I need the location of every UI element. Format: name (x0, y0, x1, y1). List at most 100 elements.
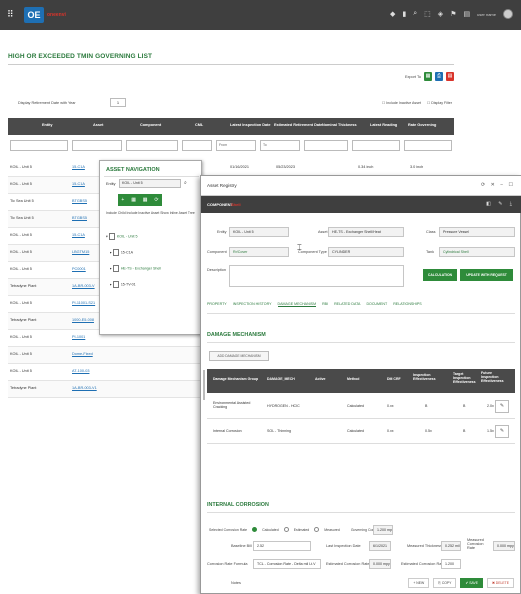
table-cell-link[interactable]: Dome-Fixed (72, 352, 93, 356)
dm-row[interactable]: Internal Corrosion SOL - Thinning Calcul… (207, 420, 515, 444)
splitter-handle[interactable] (203, 370, 205, 400)
tree-node[interactable]: ▸ 15-TV-01 (106, 281, 198, 297)
excel-export-icon[interactable]: ▦ (423, 72, 432, 81)
col-component[interactable]: Component (140, 123, 161, 127)
rate-formula-select[interactable]: TCL - Corrosion Rate - Delta mil Lt.V (253, 559, 321, 569)
edit-icon[interactable]: ✎ (495, 400, 509, 413)
col-inspection-effectiveness[interactable]: Inspection Effectiveness (413, 373, 449, 381)
include-inactive-checkbox[interactable]: Include Inactive Asset (382, 101, 421, 105)
tab-related-data[interactable]: RELATED DATA (334, 302, 360, 307)
component-type-select[interactable]: CYLINDER (328, 247, 404, 257)
window-icon[interactable]: ⬚ (424, 10, 431, 18)
col-rate-governing[interactable]: Rate Governing (408, 123, 436, 127)
collapse-icon[interactable]: ▦ (131, 197, 136, 203)
record-bar-icons[interactable]: ◧ ✎ ⤓ (486, 201, 515, 207)
dm-row[interactable]: Environmental Assisted Cracking HYDROGEN… (207, 395, 515, 419)
filter-entity[interactable] (10, 140, 68, 151)
display-retirement-input[interactable]: 1 (110, 98, 126, 107)
col-est-retirement[interactable]: Estimated Retirement Date (274, 123, 322, 127)
search-icon[interactable]: ⌕ (413, 10, 417, 18)
tab-inspection-history[interactable]: INSPECTION HISTORY (233, 302, 272, 307)
tab-document[interactable]: DOCUMENT (366, 302, 387, 307)
tree-options[interactable]: Include Child Include Inactive Asset Sho… (106, 211, 201, 216)
col-cml[interactable]: CML (195, 123, 203, 127)
table-cell-link[interactable]: AT-100-03 (72, 369, 89, 373)
description-field[interactable] (229, 265, 404, 287)
filter-nominal[interactable] (304, 140, 348, 151)
table-cell-link[interactable]: 15-C1A (72, 182, 85, 186)
filter-rate[interactable] (404, 140, 452, 151)
component-field[interactable]: Rr/Cover (229, 247, 289, 257)
last-inspection-field[interactable]: 6/1/2021 (369, 541, 391, 551)
table-cell-link[interactable]: 15-C1A (72, 165, 85, 169)
entity-select[interactable]: KOIL - Unit 5 (119, 179, 181, 188)
display-filter-checkbox[interactable]: Display Filter (427, 101, 452, 105)
table-cell-link[interactable]: LBGTM15 (72, 250, 89, 254)
expand-icon[interactable]: + (121, 197, 124, 203)
pdf-export-icon[interactable]: ▤ (445, 72, 454, 81)
bookmark-icon[interactable]: ▮ (402, 10, 406, 18)
estimated-rate-field[interactable]: 0.000 mpy (369, 559, 391, 569)
table-cell-link[interactable]: PC0001 (72, 267, 86, 271)
layers-icon[interactable]: ◈ (438, 10, 443, 18)
tank-field[interactable]: Cylindrical Shell (439, 247, 515, 257)
tab-rbi[interactable]: RBI (322, 302, 328, 307)
grid-icon[interactable]: ▤ (463, 10, 470, 18)
col-asset[interactable]: Asset (93, 123, 103, 127)
col-active[interactable]: Active (315, 377, 326, 381)
new-button[interactable]: + NEW (408, 578, 430, 588)
table-cell-link[interactable]: BTGBS5 (72, 216, 87, 220)
col-future-effectiveness[interactable]: Future Inspection Effectiveness (481, 371, 507, 383)
app-logo[interactable]: OE (24, 7, 44, 23)
calculation-button[interactable]: CALCULATION (423, 269, 457, 281)
edit-icon[interactable]: ✎ (495, 425, 509, 438)
table-cell-link[interactable]: 1A-BR-003-V (72, 284, 95, 288)
radio-measured[interactable] (314, 527, 320, 532)
estimated-rate-field-2[interactable]: 1.200 (441, 559, 461, 569)
col-dm-group[interactable]: Damage Mechanism Group (213, 377, 258, 381)
table-cell-link[interactable]: 15-C1A (72, 233, 85, 237)
tree-node[interactable]: ▾ KOIL - Unit 5 (106, 233, 198, 249)
asset-field[interactable]: HE-TS - Exchanger Shell/Heat (328, 227, 404, 237)
tree-node[interactable]: ▸ HE-TS - Exchanger Shell (106, 265, 198, 281)
save-button[interactable]: ✔ SAVE (460, 578, 484, 588)
col-target-effectiveness[interactable]: Target Inspection Effectiveness (453, 372, 479, 384)
col-method[interactable]: Method (347, 377, 359, 381)
menu-icon[interactable]: ⠿ (7, 10, 16, 19)
col-nominal-thickness[interactable]: Nominal Thickness (322, 123, 357, 127)
col-latest-inspection[interactable]: Latest Inspection Date (230, 123, 271, 127)
table-cell-link[interactable]: 1A-BR-003-V1 (72, 386, 97, 390)
filter-latest-reading[interactable] (352, 140, 400, 151)
radio-calculated[interactable] (252, 527, 258, 532)
filter-cml[interactable] (182, 140, 212, 151)
col-damage-mech[interactable]: DAMAGE_MECH (267, 377, 295, 381)
baseline-field[interactable]: 2.52 (253, 541, 311, 551)
table-cell-link[interactable]: BTGBS5 (72, 199, 87, 203)
filter-date-from[interactable]: From (216, 140, 256, 151)
flag-icon[interactable]: ⚑ (450, 10, 456, 18)
col-dm-crf[interactable]: DM CRF (387, 377, 401, 381)
table-cell-link[interactable]: PI-1001 (72, 335, 85, 339)
col-entity[interactable]: Entity (42, 123, 53, 127)
notification-icon[interactable]: ◆ (390, 10, 395, 18)
user-name[interactable]: user name (477, 12, 496, 17)
filter-asset[interactable] (72, 140, 122, 151)
view-icon[interactable]: ▦ (143, 197, 148, 203)
entity-field[interactable]: KOIL - Unit 5 (229, 227, 289, 237)
print-export-icon[interactable]: ⎙ (434, 72, 443, 81)
tab-damage-mechanism[interactable]: DAMAGE MECHANISM (277, 302, 317, 307)
filter-date-to[interactable]: To (260, 140, 300, 151)
refresh-icon[interactable]: ⟳ (154, 197, 158, 203)
copy-button[interactable]: ⎘ COPY (433, 578, 457, 588)
add-damage-mechanism-button[interactable]: ADD DAMAGE MECHANISM (209, 351, 269, 361)
tree-node[interactable]: ▸ 15-C1A (106, 249, 198, 265)
measured-rate-field[interactable]: 0.000 mpy (493, 541, 515, 551)
radio-estimated[interactable] (283, 527, 289, 532)
table-cell-link[interactable]: PI-11001-S21 (72, 301, 95, 305)
filter-component[interactable] (126, 140, 178, 151)
tab-relationships[interactable]: RELATIONSHIPS (393, 302, 422, 307)
user-avatar[interactable] (503, 9, 513, 19)
col-latest-reading[interactable]: Latest Reading (370, 123, 397, 127)
governing-rate-field[interactable]: 1.200 mpy (373, 525, 393, 535)
tab-property[interactable]: PROPERTY (207, 302, 227, 307)
